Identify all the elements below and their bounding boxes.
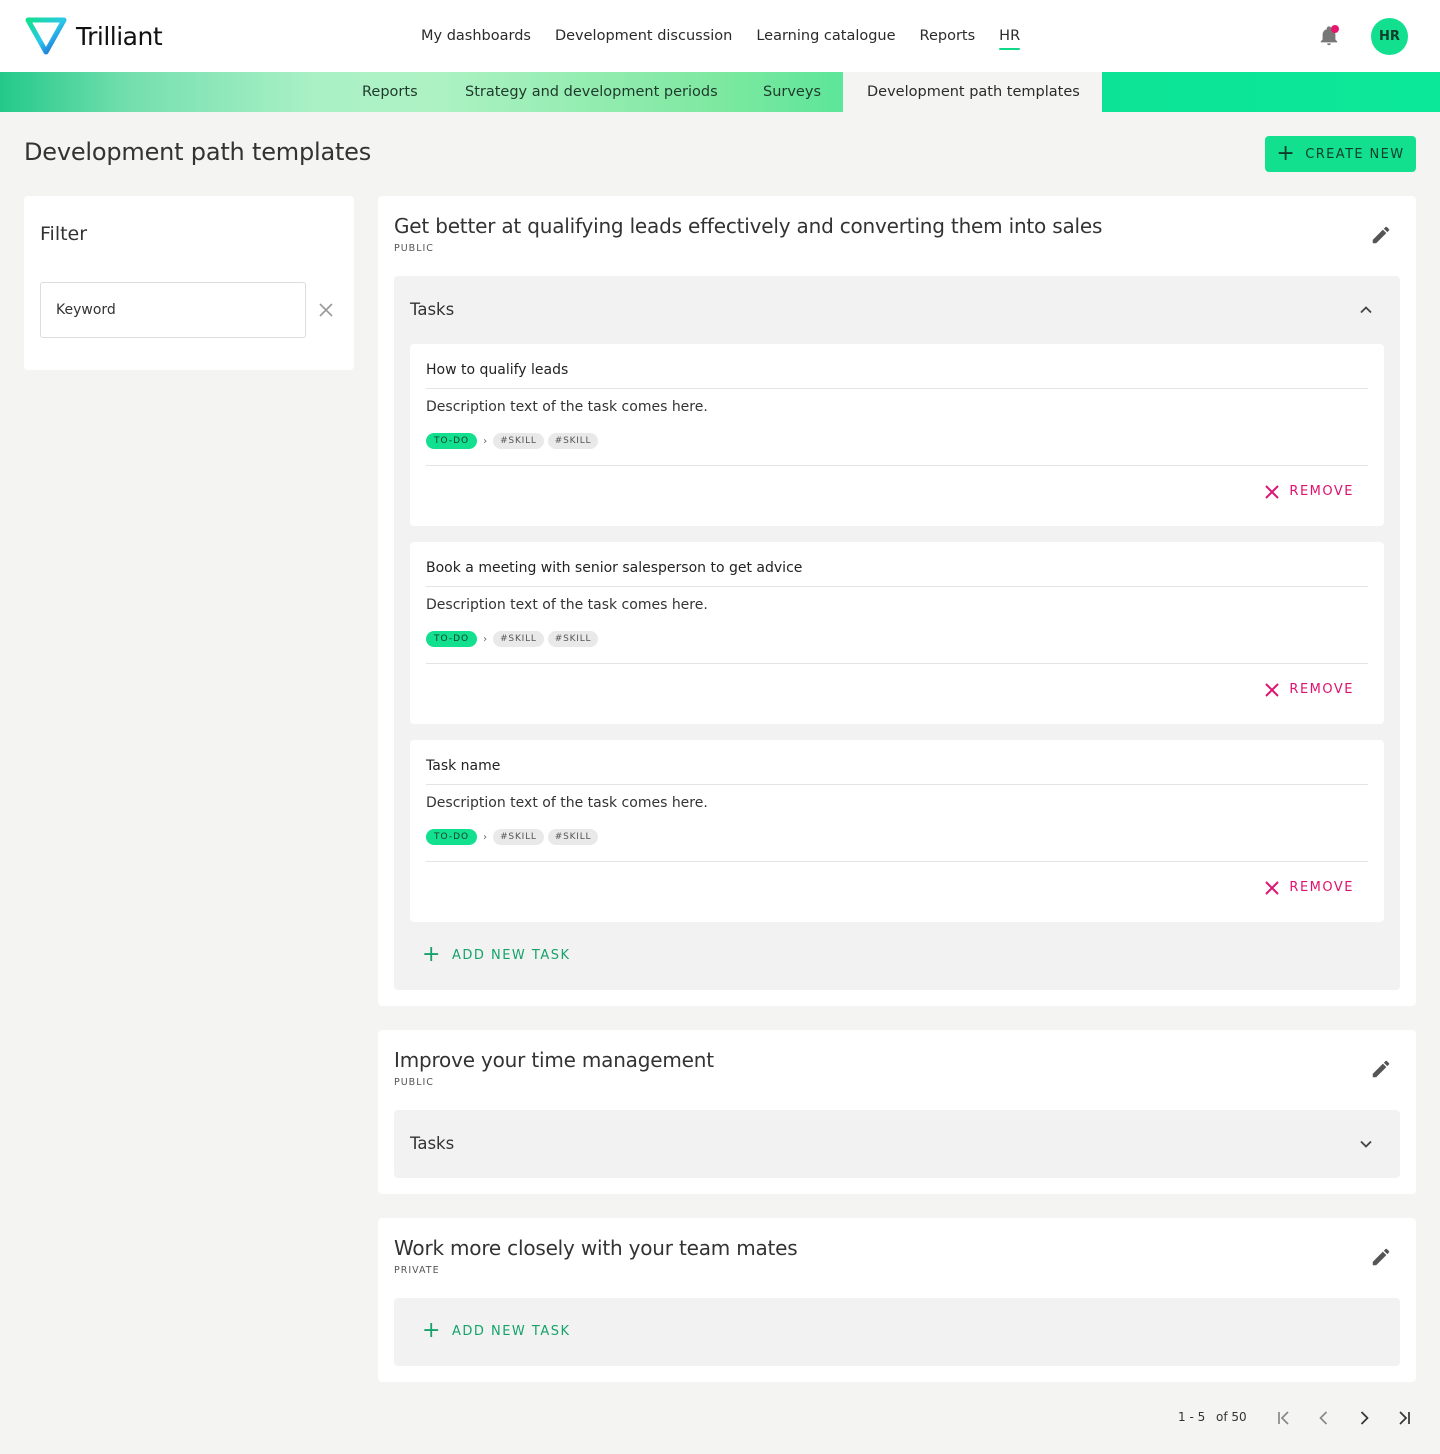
tasks-header: Tasks [410, 1134, 455, 1153]
tasks-panel: + ADD NEW TASK [394, 1298, 1400, 1366]
chevron-right-icon: › [483, 435, 488, 447]
pencil-icon[interactable] [1370, 1246, 1392, 1268]
task-description: Description text of the task comes here. [426, 795, 708, 811]
subnav-strategy-periods[interactable]: Strategy and development periods [441, 72, 742, 112]
template-card: Improve your time management PUBLIC Task… [378, 1030, 1416, 1194]
remove-label: REMOVE [1289, 682, 1354, 697]
task-card: Book a meeting with senior salesperson t… [410, 542, 1384, 724]
task-name: Book a meeting with senior salesperson t… [426, 560, 803, 576]
divider [426, 663, 1368, 664]
page-title: Development path templates [24, 138, 372, 166]
tasks-panel: Tasks How to qualify leads Description t… [394, 276, 1400, 990]
remove-task-button[interactable]: REMOVE [1265, 484, 1354, 499]
create-new-button[interactable]: + CREATE NEW [1265, 136, 1416, 172]
divider [426, 586, 1368, 587]
skill-tag: #SKILL [493, 631, 544, 647]
pencil-icon[interactable] [1370, 224, 1392, 246]
tasks-header: Tasks [410, 300, 455, 319]
skill-tag: #SKILL [547, 433, 599, 449]
status-badge: TO-DO [426, 829, 478, 845]
add-new-task-label: ADD NEW TASK [451, 947, 571, 963]
task-card: Task name Description text of the task c… [410, 740, 1384, 922]
chevron-down-icon[interactable] [1358, 1136, 1374, 1152]
main-nav: My dashboards Development discussion Lea… [421, 0, 1044, 72]
status-badge: TO-DO [426, 433, 478, 449]
first-page-icon[interactable] [1274, 1408, 1294, 1428]
close-icon [1265, 880, 1280, 895]
chevron-right-icon[interactable] [1354, 1408, 1374, 1428]
skill-tag: #SKILL [547, 631, 599, 647]
trilliant-logo-icon [25, 17, 67, 55]
create-new-label: CREATE NEW [1305, 146, 1405, 162]
plus-icon: + [422, 1318, 442, 1343]
skill-tag: #SKILL [547, 829, 599, 845]
close-icon[interactable] [317, 301, 335, 319]
notification-badge [1331, 25, 1339, 33]
close-icon [1265, 484, 1280, 499]
nav-learning-catalogue[interactable]: Learning catalogue [756, 28, 895, 44]
filter-title: Filter [40, 223, 88, 245]
add-new-task-button[interactable]: + ADD NEW TASK [422, 1320, 571, 1342]
task-name: How to qualify leads [426, 362, 569, 378]
tasks-panel[interactable]: Tasks [394, 1110, 1400, 1178]
skill-tag: #SKILL [493, 433, 544, 449]
chevron-up-icon[interactable] [1358, 302, 1374, 318]
avatar[interactable]: HR [1371, 18, 1408, 55]
remove-label: REMOVE [1289, 880, 1354, 895]
template-card: Get better at qualifying leads effective… [378, 196, 1416, 1006]
brand-name: Trilliant [76, 21, 163, 51]
chevron-right-icon: › [483, 831, 488, 843]
sub-nav: Reports Strategy and development periods… [0, 72, 1440, 112]
nav-hr[interactable]: HR [999, 28, 1020, 50]
nav-reports[interactable]: Reports [920, 28, 976, 44]
tag-row: TO-DO › #SKILL #SKILL [426, 433, 602, 449]
tag-row: TO-DO › #SKILL #SKILL [426, 631, 602, 647]
keyword-input[interactable] [40, 282, 306, 338]
plus-icon: + [422, 942, 442, 967]
template-title: Improve your time management [394, 1048, 714, 1072]
add-new-task-button[interactable]: + ADD NEW TASK [422, 944, 571, 966]
logo[interactable]: Trilliant [24, 16, 163, 56]
subnav-surveys[interactable]: Surveys [739, 72, 845, 112]
pencil-icon[interactable] [1370, 1058, 1392, 1080]
visibility-label: PUBLIC [394, 243, 434, 254]
template-title: Work more closely with your team mates [394, 1236, 798, 1260]
remove-task-button[interactable]: REMOVE [1265, 682, 1354, 697]
top-bar: Trilliant My dashboards Development disc… [0, 0, 1440, 72]
last-page-icon[interactable] [1394, 1408, 1414, 1428]
subnav-reports[interactable]: Reports [338, 72, 442, 112]
subnav-development-path-templates[interactable]: Development path templates [843, 72, 1102, 112]
filter-panel: Filter [24, 196, 354, 370]
divider [426, 465, 1368, 466]
tag-row: TO-DO › #SKILL #SKILL [426, 829, 602, 845]
template-title: Get better at qualifying leads effective… [394, 214, 1103, 238]
pagination-total: of 50 [1216, 1410, 1247, 1424]
task-description: Description text of the task comes here. [426, 399, 708, 415]
add-new-task-label: ADD NEW TASK [451, 1323, 571, 1339]
visibility-label: PUBLIC [394, 1077, 434, 1088]
nav-development-discussion[interactable]: Development discussion [555, 28, 732, 44]
remove-label: REMOVE [1289, 484, 1354, 499]
pagination-range: 1 - 5 [1178, 1410, 1206, 1424]
template-card: Work more closely with your team mates P… [378, 1218, 1416, 1382]
divider [426, 861, 1368, 862]
task-name: Task name [426, 758, 501, 774]
close-icon [1265, 682, 1280, 697]
status-badge: TO-DO [426, 631, 478, 647]
task-card: How to qualify leads Description text of… [410, 344, 1384, 526]
remove-task-button[interactable]: REMOVE [1265, 880, 1354, 895]
visibility-label: PRIVATE [394, 1265, 440, 1276]
plus-icon: + [1276, 141, 1297, 166]
nav-my-dashboards[interactable]: My dashboards [421, 28, 531, 44]
skill-tag: #SKILL [493, 829, 544, 845]
divider [426, 388, 1368, 389]
pagination: 1 - 5 of 50 [0, 1406, 1440, 1430]
task-description: Description text of the task comes here. [426, 597, 708, 613]
chevron-right-icon: › [483, 633, 488, 645]
chevron-left-icon[interactable] [1314, 1408, 1334, 1428]
divider [426, 784, 1368, 785]
